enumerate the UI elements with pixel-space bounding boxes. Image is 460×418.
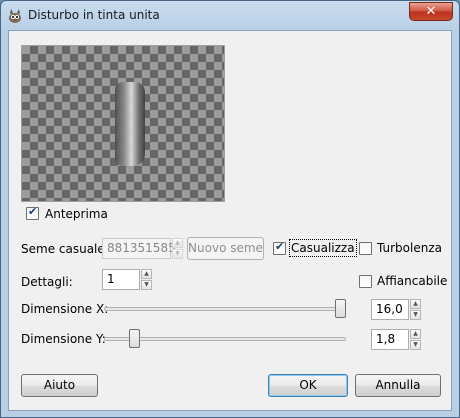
detail-label: Dettagli: — [21, 275, 73, 289]
close-icon: ✕ — [425, 4, 437, 19]
tileable-label[interactable]: Affiancabile — [377, 274, 447, 288]
detail-up-arrow-icon[interactable]: ▲ — [141, 269, 152, 279]
size-x-slider-track[interactable] — [104, 307, 346, 311]
detail-spinner[interactable]: ▲ ▼ — [141, 269, 152, 290]
randomize-checkbox[interactable] — [273, 240, 286, 255]
size-x-down-arrow-icon[interactable]: ▼ — [410, 310, 421, 320]
ok-button[interactable]: OK — [268, 374, 348, 397]
size-y-label: Dimensione Y: — [21, 332, 106, 346]
seed-label: Seme casuale: — [21, 242, 109, 256]
new-seed-button[interactable]: Nuovo seme — [187, 237, 264, 260]
cancel-button[interactable]: Annulla — [355, 374, 441, 397]
size-y-up-arrow-icon[interactable]: ▲ — [410, 329, 421, 339]
size-y-slider-thumb[interactable] — [129, 329, 141, 348]
dialog-content: Anteprima Seme casuale: 881351585 ▲ ▼ Nu… — [8, 30, 452, 411]
size-x-slider-thumb[interactable] — [335, 299, 346, 318]
size-y-slider-track[interactable] — [104, 337, 346, 341]
size-y-down-arrow-icon[interactable]: ▼ — [410, 340, 421, 350]
preview-noise-image — [115, 82, 145, 166]
size-x-input[interactable]: 16,0 — [371, 299, 409, 320]
detail-input[interactable]: 1 — [102, 269, 140, 290]
preview-checkbox-label[interactable]: Anteprima — [45, 207, 108, 221]
title-bar: Disturbo in tinta unita ✕ — [1, 1, 459, 31]
size-y-input[interactable]: 1,8 — [371, 329, 409, 350]
size-x-up-arrow-icon[interactable]: ▲ — [410, 299, 421, 309]
turbulence-checkbox[interactable] — [359, 242, 372, 255]
seed-spinner[interactable]: ▲ ▼ — [172, 238, 183, 259]
tileable-checkbox[interactable] — [359, 275, 372, 288]
help-button[interactable]: Aiuto — [21, 374, 98, 397]
dialog-window: Disturbo in tinta unita ✕ Anteprima Seme… — [0, 0, 460, 418]
seed-down-arrow-icon[interactable]: ▼ — [172, 249, 183, 259]
size-y-spinner[interactable]: ▲ ▼ — [410, 329, 421, 350]
seed-input[interactable]: 881351585 — [102, 238, 176, 259]
gimp-icon — [9, 9, 21, 23]
preview-area — [21, 45, 225, 202]
detail-down-arrow-icon[interactable]: ▼ — [141, 280, 152, 290]
close-button[interactable]: ✕ — [409, 2, 453, 21]
size-x-label: Dimensione X: — [21, 302, 109, 316]
window-title: Disturbo in tinta unita — [28, 8, 160, 22]
turbulence-label[interactable]: Turbolenza — [377, 241, 442, 255]
preview-checkbox[interactable] — [26, 205, 39, 220]
seed-up-arrow-icon[interactable]: ▲ — [172, 238, 183, 248]
randomize-label[interactable]: Casualizza — [289, 239, 357, 257]
size-x-spinner[interactable]: ▲ ▼ — [410, 299, 421, 320]
